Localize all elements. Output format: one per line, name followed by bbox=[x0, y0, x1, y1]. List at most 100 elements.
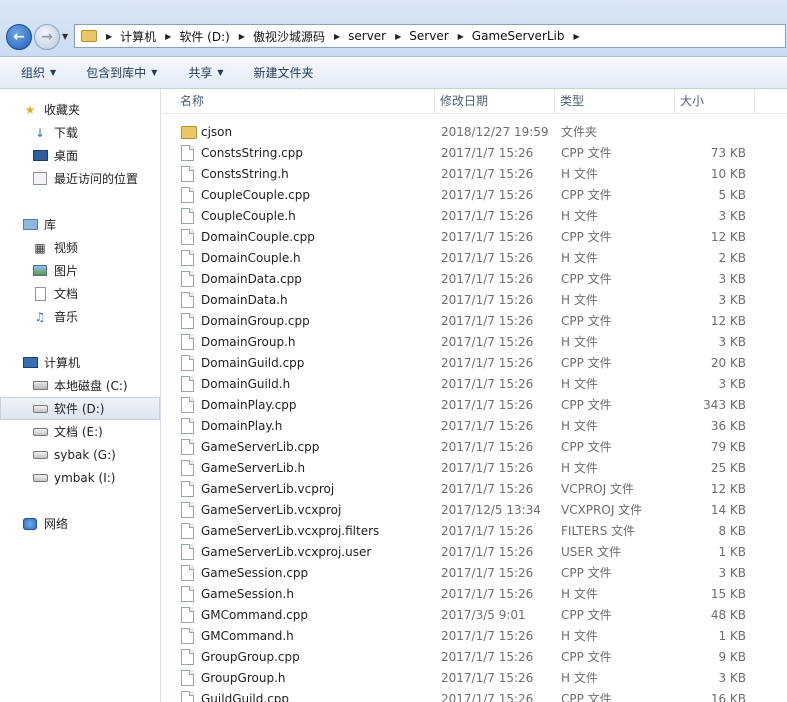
file-icon bbox=[181, 355, 194, 371]
column-header-name[interactable]: 名称 bbox=[180, 89, 432, 113]
share-button[interactable]: 共享 ▼ bbox=[188, 64, 223, 81]
video-icon: ▦ bbox=[34, 240, 46, 255]
nav-favorites[interactable]: ★ 收藏夹 bbox=[0, 98, 160, 121]
file-icon bbox=[181, 607, 194, 623]
file-name: DomainPlay.cpp bbox=[201, 398, 297, 412]
file-row[interactable]: GameServerLib.vcxproj.filters 2017/1/7 15… bbox=[162, 521, 787, 542]
file-size: 12 KB bbox=[710, 314, 746, 328]
file-row[interactable]: DomainCouple.cpp 2017/1/7 15:26 CPP 文件 12 K… bbox=[162, 227, 787, 248]
new-folder-button[interactable]: 新建文件夹 bbox=[254, 64, 314, 81]
nav-item-recent-places[interactable]: 最近访问的位置 bbox=[0, 167, 160, 190]
breadcrumb-separator-icon[interactable]: ▶ bbox=[395, 32, 401, 41]
forward-button[interactable]: → bbox=[34, 24, 60, 50]
nav-item-drive-i[interactable]: ymbak (I:) bbox=[0, 466, 160, 489]
column-divider[interactable] bbox=[554, 89, 555, 113]
nav-item-documents[interactable]: 文档 bbox=[0, 282, 160, 305]
file-size: 12 KB bbox=[710, 482, 746, 496]
file-row[interactable]: ConstsString.h 2017/1/7 15:26 H 文件 10 KB bbox=[162, 164, 787, 185]
file-row[interactable]: DomainData.cpp 2017/1/7 15:26 CPP 文件 3 KB bbox=[162, 269, 787, 290]
desktop-icon bbox=[32, 149, 48, 163]
organize-button[interactable]: 组织 ▼ bbox=[21, 64, 56, 81]
file-row[interactable]: GMCommand.cpp 2017/3/5 9:01 CPP 文件 48 KB bbox=[162, 605, 787, 626]
file-row[interactable]: GameServerLib.vcproj 2017/1/7 15:26 VCPROJ… bbox=[162, 479, 787, 500]
file-type: USER 文件 bbox=[561, 545, 622, 559]
file-row[interactable]: GroupGroup.h 2017/1/7 15:26 H 文件 3 KB bbox=[162, 668, 787, 689]
file-size: 1 KB bbox=[718, 545, 746, 559]
file-row[interactable]: GameServerLib.vcxproj.user 2017/1/7 15:26… bbox=[162, 542, 787, 563]
breadcrumb-gameserverlib[interactable]: GameServerLib bbox=[472, 29, 565, 43]
file-row[interactable]: GameServerLib.vcxproj 2017/12/5 13:34 VCXP… bbox=[162, 500, 787, 521]
file-row[interactable]: GroupGroup.cpp 2017/1/7 15:26 CPP 文件 9 KB bbox=[162, 647, 787, 668]
file-icon bbox=[181, 481, 194, 497]
nav-item-drive-e[interactable]: 文档 (E:) bbox=[0, 420, 160, 443]
file-icon bbox=[181, 691, 194, 702]
breadcrumb-separator-icon[interactable]: ▶ bbox=[334, 32, 340, 41]
file-row[interactable]: GameServerLib.h 2017/1/7 15:26 H 文件 25 KB bbox=[162, 458, 787, 479]
breadcrumb-server[interactable]: server bbox=[348, 29, 386, 43]
file-type: CPP 文件 bbox=[561, 650, 612, 664]
breadcrumb-separator-icon[interactable]: ▶ bbox=[106, 32, 112, 41]
file-name: DomainData.cpp bbox=[201, 272, 302, 286]
file-type: VCPROJ 文件 bbox=[561, 482, 634, 496]
file-row[interactable]: GMCommand.h 2017/1/7 15:26 H 文件 1 KB bbox=[162, 626, 787, 647]
file-icon bbox=[181, 334, 194, 350]
nav-item-downloads[interactable]: ↓ 下载 bbox=[0, 121, 160, 144]
column-divider[interactable] bbox=[434, 89, 435, 113]
file-row[interactable]: ConstsString.cpp 2017/1/7 15:26 CPP 文件 73 K… bbox=[162, 143, 787, 164]
nav-item-drive-g[interactable]: sybak (G:) bbox=[0, 443, 160, 466]
breadcrumb-separator-icon[interactable]: ▶ bbox=[574, 32, 580, 41]
nav-item-music[interactable]: ♫ 音乐 bbox=[0, 305, 160, 328]
file-row[interactable]: CoupleCouple.cpp 2017/1/7 15:26 CPP 文件 5 KB bbox=[162, 185, 787, 206]
file-row[interactable]: DomainPlay.cpp 2017/1/7 15:26 CPP 文件 343 KB bbox=[162, 395, 787, 416]
file-row[interactable]: CoupleCouple.h 2017/1/7 15:26 H 文件 3 KB bbox=[162, 206, 787, 227]
file-row[interactable]: GameServerLib.cpp 2017/1/7 15:26 CPP 文件 79 … bbox=[162, 437, 787, 458]
breadcrumb-separator-icon[interactable]: ▶ bbox=[165, 32, 171, 41]
nav-item-drive-c[interactable]: 本地磁盘 (C:) bbox=[0, 374, 160, 397]
breadcrumb-separator-icon[interactable]: ▶ bbox=[458, 32, 464, 41]
file-type: CPP 文件 bbox=[561, 230, 612, 244]
nav-item-videos[interactable]: ▦ 视频 bbox=[0, 236, 160, 259]
recent-pages-dropdown-icon[interactable]: ▼ bbox=[62, 32, 68, 41]
column-header-size[interactable]: 大小 bbox=[680, 89, 750, 113]
breadcrumb-source-folder[interactable]: 傲视沙城源码 bbox=[253, 28, 325, 45]
file-icon bbox=[181, 376, 194, 392]
file-row[interactable]: DomainGroup.cpp 2017/1/7 15:26 CPP 文件 12 KB bbox=[162, 311, 787, 332]
column-header-date[interactable]: 修改日期 bbox=[440, 89, 552, 113]
file-row[interactable]: DomainGroup.h 2017/1/7 15:26 H 文件 3 KB bbox=[162, 332, 787, 353]
file-type: CPP 文件 bbox=[561, 566, 612, 580]
breadcrumb-separator-icon[interactable]: ▶ bbox=[239, 32, 245, 41]
file-name: GameServerLib.vcproj bbox=[201, 482, 335, 496]
nav-item-desktop[interactable]: 桌面 bbox=[0, 144, 160, 167]
back-button[interactable]: ← bbox=[6, 24, 32, 50]
file-row[interactable]: GameSession.h 2017/1/7 15:26 H 文件 15 KB bbox=[162, 584, 787, 605]
nav-computer[interactable]: 计算机 bbox=[0, 351, 160, 374]
file-type: H 文件 bbox=[561, 671, 598, 685]
file-row[interactable]: DomainData.h 2017/1/7 15:26 H 文件 3 KB bbox=[162, 290, 787, 311]
file-type: H 文件 bbox=[561, 419, 598, 433]
address-bar[interactable]: ▶ 计算机 ▶ 软件 (D:) ▶ 傲视沙城源码 ▶ server ▶ Serv… bbox=[74, 24, 786, 48]
column-divider[interactable] bbox=[754, 89, 755, 113]
breadcrumb-computer[interactable]: 计算机 bbox=[120, 28, 156, 45]
nav-item-pictures[interactable]: 图片 bbox=[0, 259, 160, 282]
file-size: 25 KB bbox=[710, 461, 746, 475]
column-divider[interactable] bbox=[674, 89, 675, 113]
file-name: GameServerLib.h bbox=[201, 461, 306, 475]
drive-icon bbox=[32, 402, 48, 416]
file-row[interactable]: GuildGuild.cpp 2017/1/7 15:26 CPP 文件 16 KB bbox=[162, 689, 787, 702]
file-name: CoupleCouple.cpp bbox=[201, 188, 310, 202]
file-row[interactable]: DomainGuild.cpp 2017/1/7 15:26 CPP 文件 20 KB bbox=[162, 353, 787, 374]
breadcrumb-drive-d[interactable]: 软件 (D:) bbox=[179, 28, 229, 45]
breadcrumb-server-sub[interactable]: Server bbox=[409, 29, 448, 43]
nav-network[interactable]: 网络 bbox=[0, 512, 160, 535]
file-row[interactable]: DomainCouple.h 2017/1/7 15:26 H 文件 2 KB bbox=[162, 248, 787, 269]
file-row[interactable]: cjson 2018/12/27 19:59 文件夹 bbox=[162, 122, 787, 143]
column-header-type[interactable]: 类型 bbox=[560, 89, 672, 113]
file-row[interactable]: DomainGuild.h 2017/1/7 15:26 H 文件 3 KB bbox=[162, 374, 787, 395]
column-header-bar: ^ 名称 修改日期 类型 大小 bbox=[162, 89, 787, 114]
file-row[interactable]: GameSession.cpp 2017/1/7 15:26 CPP 文件 3 KB bbox=[162, 563, 787, 584]
file-size: 1 KB bbox=[718, 629, 746, 643]
nav-item-drive-d[interactable]: 软件 (D:) bbox=[0, 397, 160, 420]
include-in-library-button[interactable]: 包含到库中 ▼ bbox=[86, 64, 157, 81]
file-row[interactable]: DomainPlay.h 2017/1/7 15:26 H 文件 36 KB bbox=[162, 416, 787, 437]
nav-libraries[interactable]: 库 bbox=[0, 213, 160, 236]
